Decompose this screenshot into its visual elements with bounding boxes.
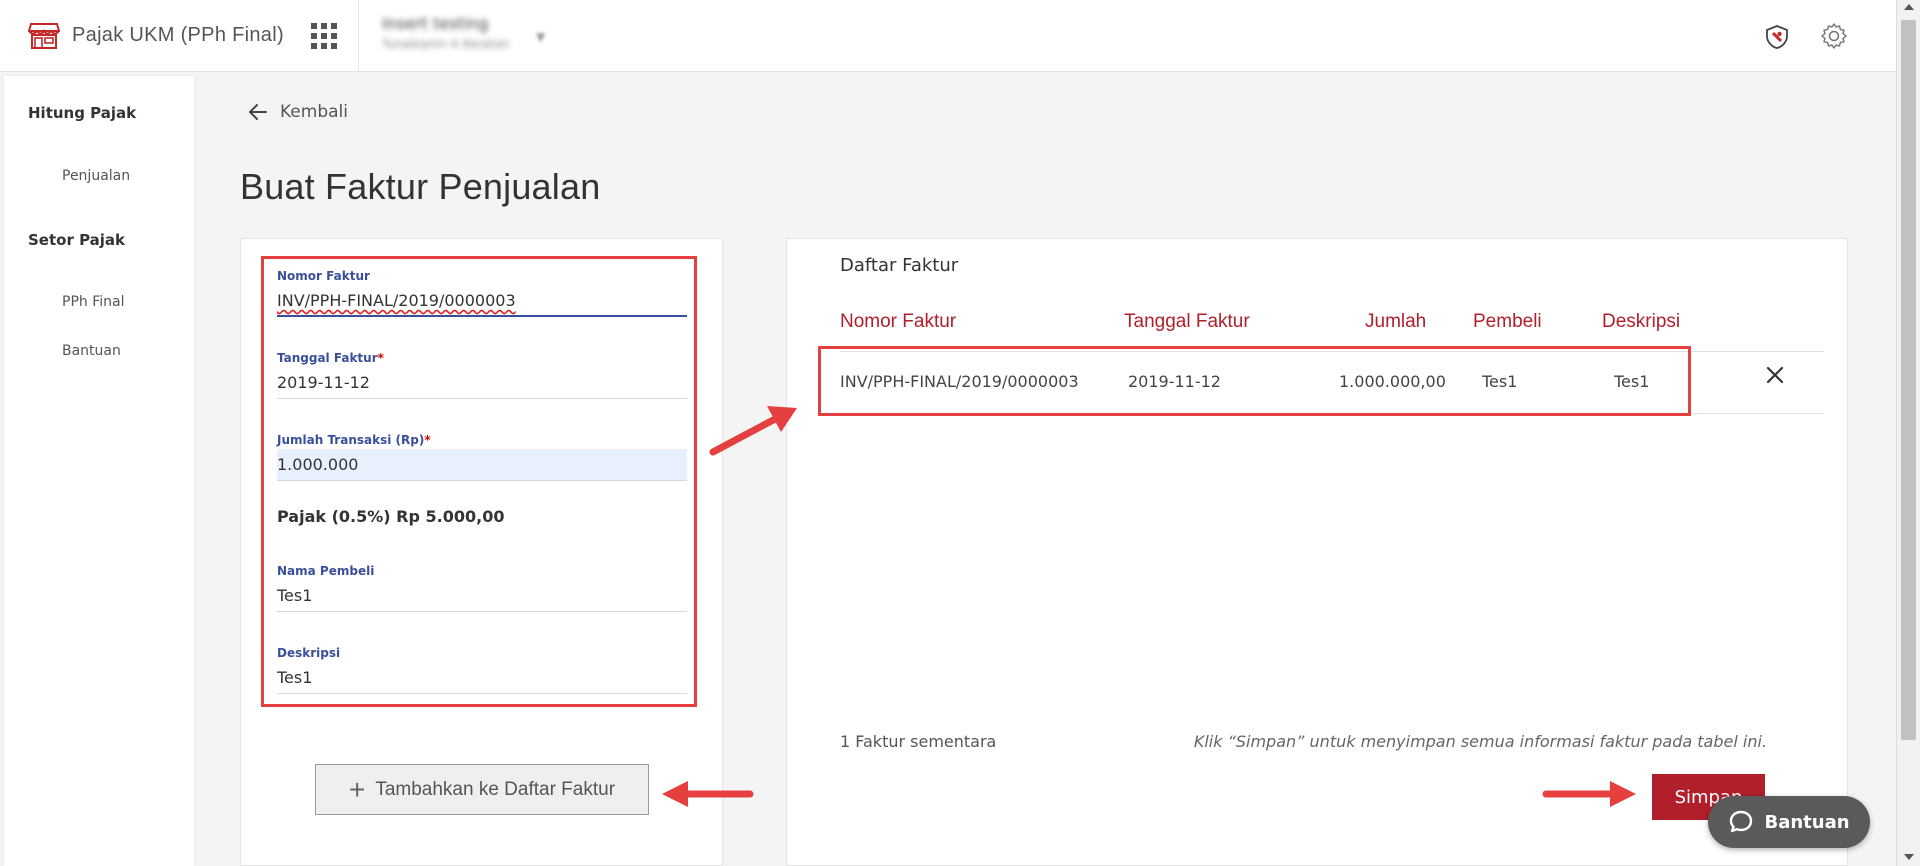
column-header-nomor-faktur: Nomor Faktur [840, 311, 957, 332]
nama-pembeli-value: Tes1 [277, 586, 313, 605]
sidebar-item-pph-final[interactable]: PPh Final [62, 294, 124, 310]
sidebar-item-penjualan[interactable]: Penjualan [62, 168, 130, 184]
tanggal-faktur-label: Tanggal Faktur* [277, 351, 384, 365]
add-to-invoice-list-button[interactable]: + Tambahkan ke Daftar Faktur [315, 764, 649, 815]
shield-icon[interactable] [1764, 24, 1790, 50]
jumlah-transaksi-label: Jumlah Transaksi (Rp)* [277, 433, 431, 447]
tanggal-faktur-input[interactable]: 2019-11-12 [277, 367, 687, 399]
account-subtitle: Tunaikanm A Keraton [382, 37, 510, 51]
nomor-faktur-field: Nomor Faktur INV/PPH-FINAL/2019/0000003 [277, 269, 687, 317]
app-title: Pajak UKM (PPh Final) [72, 24, 284, 46]
column-header-jumlah: Jumlah [1365, 311, 1427, 332]
jumlah-transaksi-input[interactable]: 1.000.000 [277, 449, 687, 481]
column-header-pembeli: Pembeli [1473, 311, 1542, 332]
deskripsi-field: Deskripsi Tes1 [277, 646, 687, 694]
jumlah-transaksi-field: Jumlah Transaksi (Rp)* 1.000.000 [277, 433, 687, 481]
nomor-faktur-label: Nomor Faktur [277, 269, 370, 283]
scroll-down-icon[interactable] [1904, 854, 1914, 860]
invoice-form-card: Nomor Faktur INV/PPH-FINAL/2019/0000003 … [240, 238, 723, 866]
sidebar-section-hitung-pajak: Hitung Pajak [28, 104, 137, 122]
nomor-faktur-input[interactable]: INV/PPH-FINAL/2019/0000003 [277, 285, 687, 317]
back-link[interactable]: Kembali [246, 100, 348, 124]
deskripsi-value: Tes1 [277, 668, 313, 687]
arrow-left-icon [249, 104, 267, 120]
invoice-list-card: Daftar Faktur Nomor Faktur Tanggal Faktu… [786, 238, 1848, 866]
back-label: Kembali [280, 102, 348, 122]
scroll-up-icon[interactable] [1904, 4, 1914, 10]
annotation-arrow-to-list [709, 406, 797, 456]
annotation-arrow-to-add-button [662, 781, 754, 807]
deskripsi-label: Deskripsi [277, 646, 341, 660]
account-switcher[interactable]: Insert testing Tunaikanm A Keraton [382, 14, 509, 51]
nama-pembeli-field: Nama Pembeli Tes1 [277, 564, 687, 612]
gear-icon[interactable] [1820, 22, 1848, 50]
page-scrollbar[interactable] [1896, 0, 1920, 866]
save-hint-text: Klik “Simpan” untuk menyimpan semua info… [1193, 732, 1767, 751]
invoice-list-title: Daftar Faktur [840, 255, 959, 276]
account-name: Insert testing [382, 14, 489, 33]
header-divider [358, 0, 359, 72]
sidebar-section-setor-pajak: Setor Pajak [28, 231, 126, 249]
add-button-label: Tambahkan ke Daftar Faktur [375, 778, 616, 800]
nama-pembeli-label: Nama Pembeli [277, 564, 375, 578]
column-header-deskripsi: Deskripsi [1602, 311, 1681, 332]
sidebar-item-bantuan[interactable]: Bantuan [62, 343, 121, 359]
jumlah-transaksi-value: 1.000.000 [277, 455, 359, 474]
invoice-count-text: 1 Faktur sementara [840, 732, 997, 751]
chat-icon [1730, 810, 1753, 833]
apps-grid-icon[interactable] [311, 23, 337, 49]
annotation-arrow-to-save-button [1542, 781, 1636, 807]
help-chat-button[interactable]: Bantuan [1708, 796, 1870, 848]
plus-icon: + [348, 773, 366, 805]
store-logo-icon[interactable] [28, 22, 60, 50]
tanggal-faktur-field: Tanggal Faktur* 2019-11-12 [277, 351, 687, 399]
column-header-tanggal-faktur: Tanggal Faktur [1124, 311, 1250, 332]
close-icon[interactable] [1763, 363, 1787, 387]
scroll-thumb[interactable] [1901, 20, 1916, 740]
nama-pembeli-input[interactable]: Tes1 [277, 580, 687, 612]
tax-amount-text: Pajak (0.5%) Rp 5.000,00 [277, 507, 505, 526]
sidebar: Hitung Pajak Penjualan Setor Pajak PPh F… [4, 76, 194, 866]
annotation-highlight-form [261, 256, 697, 707]
deskripsi-input[interactable]: Tes1 [277, 662, 687, 694]
nomor-faktur-value: INV/PPH-FINAL/2019/0000003 [277, 291, 516, 310]
help-button-label: Bantuan [1764, 811, 1850, 833]
page-title: Buat Faktur Penjualan [240, 166, 601, 207]
annotation-highlight-row [818, 346, 1691, 416]
top-bar: Pajak UKM (PPh Final) Insert testing Tun… [0, 0, 1896, 72]
chevron-down-icon[interactable]: ▼ [536, 30, 545, 44]
tanggal-faktur-value: 2019-11-12 [277, 373, 370, 392]
